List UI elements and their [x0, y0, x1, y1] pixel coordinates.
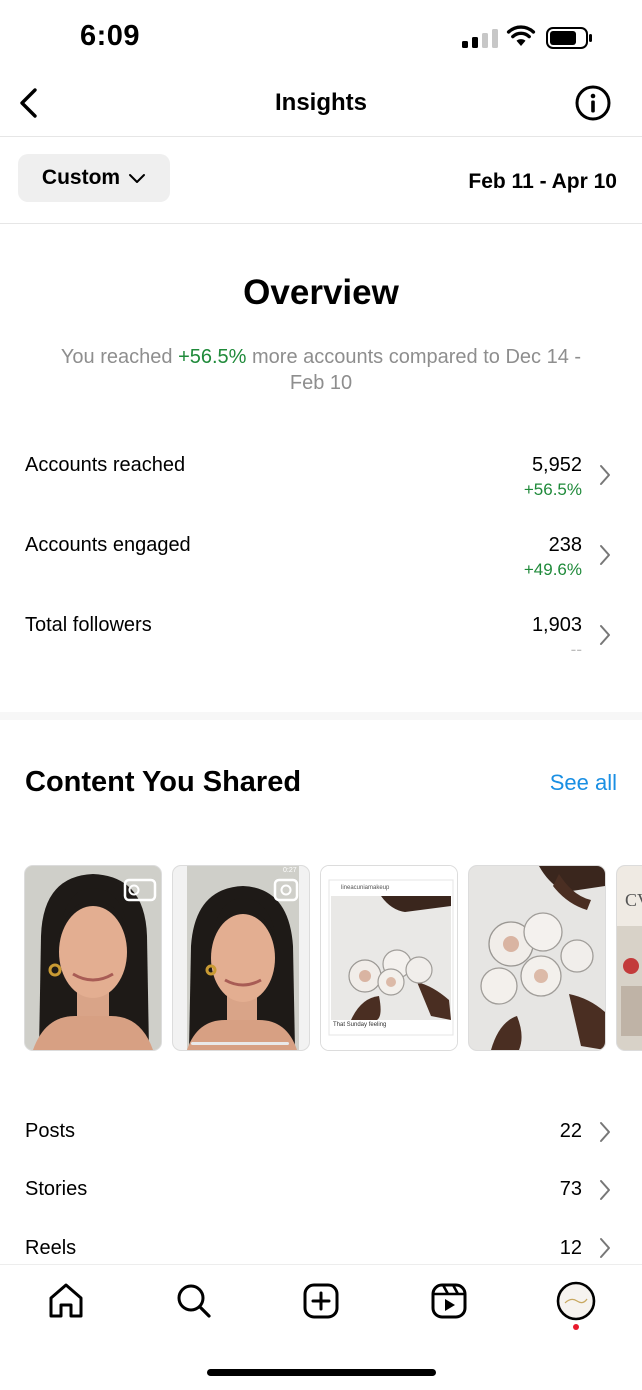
overview-change: +56.5%	[178, 346, 247, 368]
filter-divider	[0, 223, 642, 224]
wifi-icon	[506, 25, 536, 46]
date-range: Feb 11 - Apr 10	[468, 170, 617, 193]
post-caption: That Sunday feeling	[333, 1022, 387, 1028]
story-preview-image	[173, 866, 309, 1050]
story-caption: 0:27	[283, 867, 297, 874]
reel-preview-image	[25, 866, 161, 1050]
chevron-right-icon[interactable]	[598, 1120, 612, 1144]
reels-icon[interactable]	[429, 1281, 469, 1321]
see-all-link[interactable]: See all	[550, 770, 617, 796]
cellular-signal-icon	[462, 28, 498, 48]
home-icon[interactable]	[46, 1281, 86, 1321]
content-thumbnail-post[interactable]: lineacuniamakeup That Sunday feeling	[320, 865, 458, 1051]
post-preview-image: CV	[617, 866, 642, 1050]
search-icon[interactable]	[174, 1281, 214, 1321]
home-indicator	[207, 1369, 436, 1376]
content-row-stories-value: 73	[559, 1178, 582, 1200]
svg-text:CV: CV	[625, 890, 642, 910]
chevron-right-icon[interactable]	[598, 623, 612, 647]
overview-summary: You reached +56.5% more accounts compare…	[60, 346, 582, 394]
content-thumbnail-reel[interactable]	[24, 865, 162, 1051]
chevron-right-icon[interactable]	[598, 1178, 612, 1202]
chevron-right-icon[interactable]	[598, 1236, 612, 1260]
chevron-right-icon[interactable]	[598, 543, 612, 567]
status-time: 6:09	[80, 20, 141, 52]
content-thumbnail-post[interactable]	[468, 865, 606, 1051]
date-filter-label: Custom	[41, 166, 121, 189]
profile-avatar[interactable]	[555, 1281, 597, 1333]
chevron-down-icon	[129, 174, 146, 183]
metric-label-total-followers[interactable]: Total followers	[25, 614, 152, 637]
metric-label-accounts-reached[interactable]: Accounts reached	[25, 454, 185, 477]
page-title: Insights	[274, 89, 367, 116]
metric-value-accounts-reached: 5,952	[531, 454, 582, 476]
content-row-posts-label[interactable]: Posts	[25, 1120, 75, 1143]
header-divider	[0, 136, 642, 137]
section-separator	[0, 712, 642, 720]
content-shared-title: Content You Shared	[25, 766, 302, 798]
content-row-reels-value: 12	[559, 1237, 582, 1259]
create-icon[interactable]	[301, 1281, 341, 1321]
content-row-reels-label[interactable]: Reels	[25, 1237, 76, 1260]
content-row-posts-value: 22	[559, 1120, 582, 1142]
metric-value-accounts-engaged: 238	[548, 534, 582, 556]
content-thumbnail-post[interactable]: CV	[616, 865, 642, 1051]
overview-title: Overview	[243, 273, 399, 312]
metric-change-accounts-reached: +56.5%	[523, 480, 582, 499]
content-row-stories-label[interactable]: Stories	[25, 1178, 87, 1201]
metric-change-accounts-engaged: +49.6%	[523, 560, 582, 579]
content-thumbnail-story[interactable]: 0:27	[172, 865, 310, 1051]
post-handle: lineacuniamakeup	[341, 885, 390, 891]
metric-value-total-followers: 1,903	[531, 614, 582, 636]
battery-icon	[546, 27, 592, 49]
info-icon[interactable]	[574, 84, 612, 122]
date-filter-dropdown[interactable]: Custom	[18, 154, 170, 202]
chevron-right-icon[interactable]	[598, 463, 612, 487]
metric-change-total-followers: --	[570, 640, 582, 659]
post-preview-image	[469, 866, 605, 1050]
metric-label-accounts-engaged[interactable]: Accounts engaged	[25, 534, 191, 557]
